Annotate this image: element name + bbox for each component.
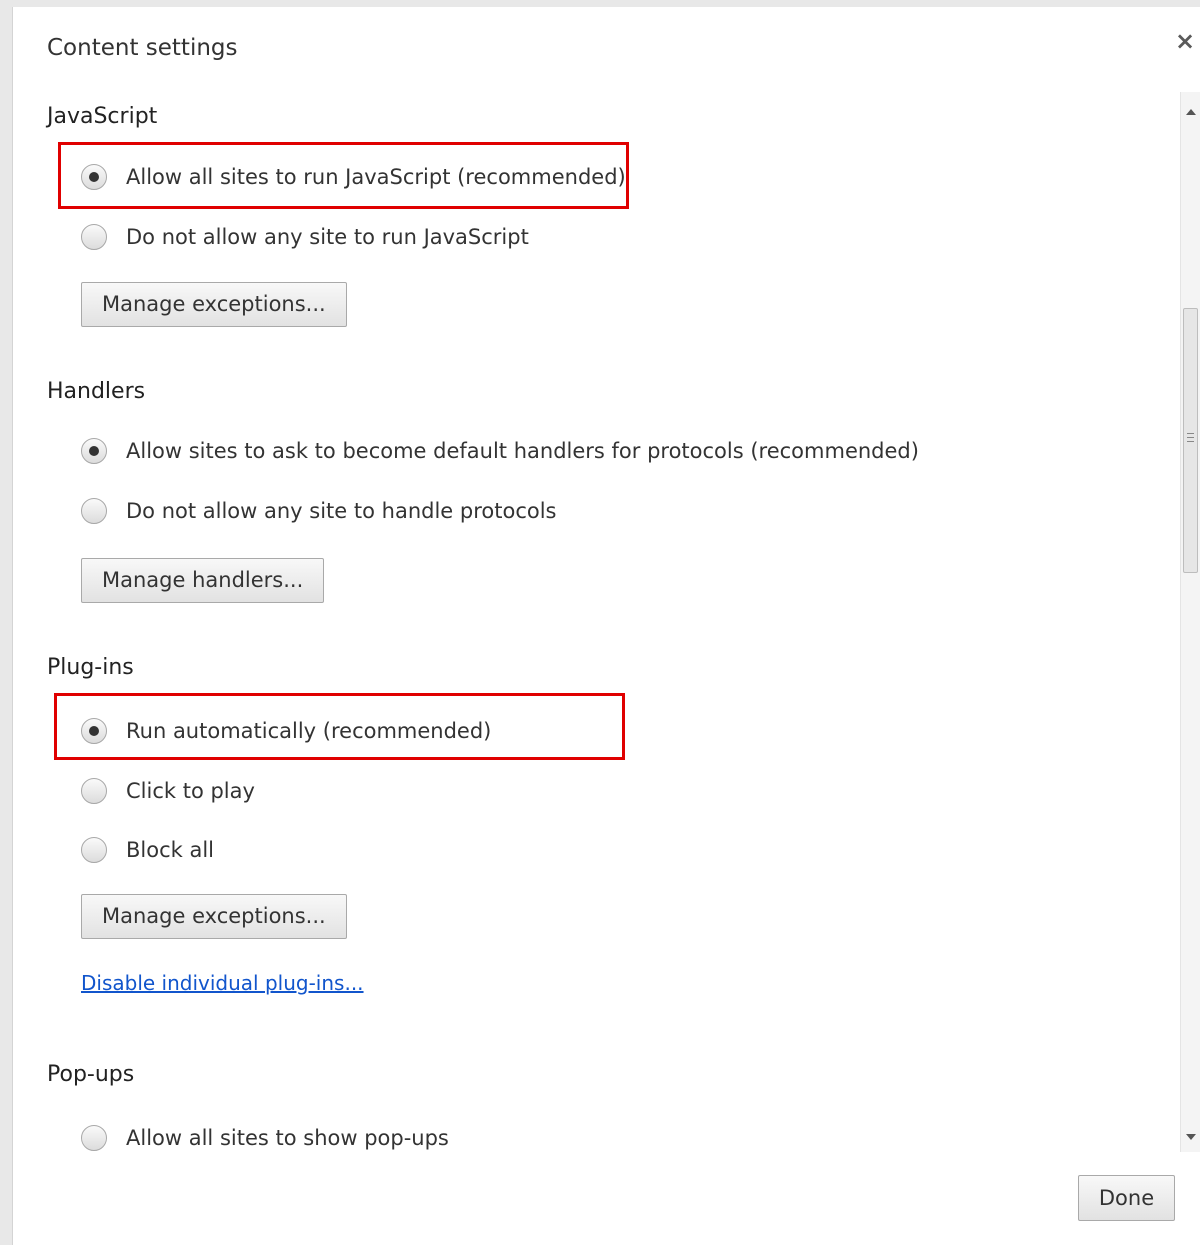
grip-icon (1187, 433, 1194, 442)
section-title-plugins: Plug-ins (47, 655, 134, 680)
close-icon[interactable]: × (1173, 29, 1197, 53)
content-settings-dialog: Content settings × JavaScript Allow all … (13, 7, 1200, 1245)
section-title-javascript: JavaScript (47, 104, 158, 129)
radio-label: Click to play (126, 779, 255, 803)
radio-button-unchecked-icon[interactable] (81, 778, 107, 804)
radio-label: Allow all sites to show pop-ups (126, 1126, 449, 1150)
radio-label: Do not allow any site to run JavaScript (126, 225, 529, 249)
radio-option-allow-javascript[interactable]: Allow all sites to run JavaScript (recom… (81, 157, 626, 197)
radio-label: Allow sites to ask to become default han… (126, 439, 919, 463)
section-title-popups: Pop-ups (47, 1062, 135, 1087)
radio-button-unchecked-icon[interactable] (81, 224, 107, 250)
radio-label: Allow all sites to run JavaScript (recom… (126, 165, 626, 189)
section-title-handlers: Handlers (47, 379, 146, 404)
radio-label: Run automatically (recommended) (126, 719, 492, 743)
radio-button-unchecked-icon[interactable] (81, 837, 107, 863)
manage-plugin-exceptions-button[interactable]: Manage exceptions... (81, 894, 347, 939)
scrollbar-thumb[interactable] (1183, 308, 1198, 573)
manage-javascript-exceptions-button[interactable]: Manage exceptions... (81, 282, 347, 327)
radio-option-run-plugins-automatically[interactable]: Run automatically (recommended) (81, 711, 491, 751)
radio-option-click-to-play[interactable]: Click to play (81, 771, 255, 811)
radio-button-checked-icon[interactable] (81, 438, 107, 464)
dialog-title: Content settings (47, 35, 238, 61)
radio-label: Do not allow any site to handle protocol… (126, 499, 557, 523)
background-window-edge (0, 0, 13, 1245)
vertical-scrollbar[interactable] (1180, 92, 1200, 1152)
radio-button-checked-icon[interactable] (81, 718, 107, 744)
radio-option-block-javascript[interactable]: Do not allow any site to run JavaScript (81, 217, 529, 257)
radio-label: Block all (126, 838, 215, 862)
background-window-top-edge (12, 0, 1200, 7)
radio-option-allow-popups[interactable]: Allow all sites to show pop-ups (81, 1118, 449, 1152)
scroll-down-arrow-icon[interactable] (1186, 1134, 1196, 1140)
radio-option-block-handlers[interactable]: Do not allow any site to handle protocol… (81, 491, 557, 531)
manage-handlers-button[interactable]: Manage handlers... (81, 558, 325, 603)
radio-button-unchecked-icon[interactable] (81, 1125, 107, 1151)
radio-option-allow-handlers[interactable]: Allow sites to ask to become default han… (81, 431, 919, 471)
radio-button-checked-icon[interactable] (81, 164, 107, 190)
settings-scroll-area: JavaScript Allow all sites to run JavaSc… (13, 92, 1180, 1152)
disable-individual-plugins-link[interactable]: Disable individual plug-ins... (81, 971, 364, 995)
radio-button-unchecked-icon[interactable] (81, 498, 107, 524)
radio-option-block-all-plugins[interactable]: Block all (81, 830, 214, 870)
done-button[interactable]: Done (1078, 1175, 1175, 1221)
scroll-up-arrow-icon[interactable] (1186, 109, 1196, 115)
